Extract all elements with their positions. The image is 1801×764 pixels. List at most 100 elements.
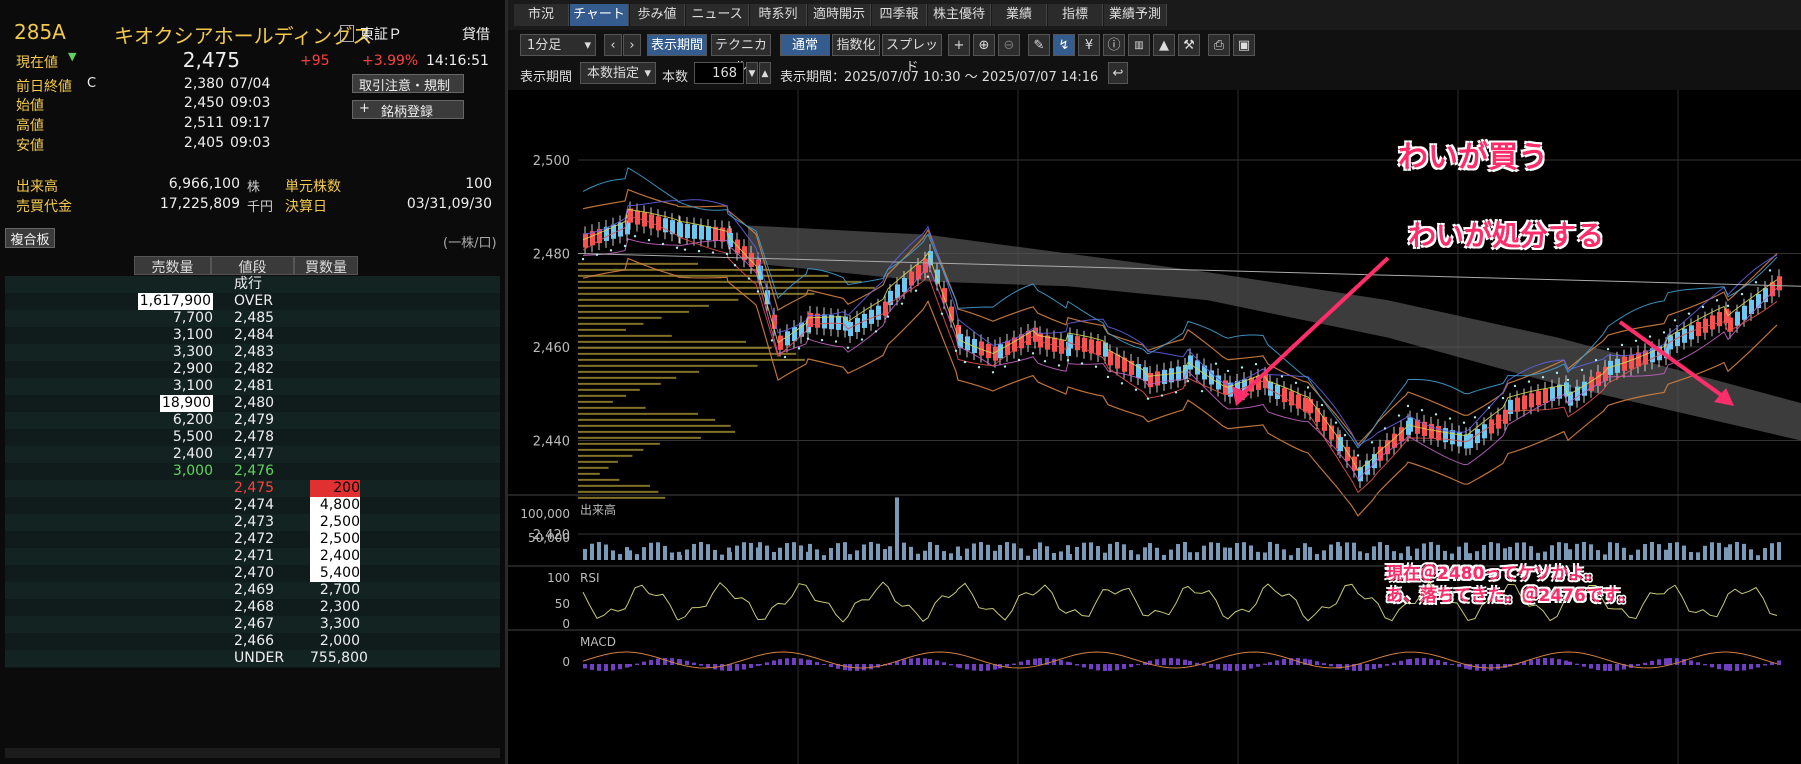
volume-profile [578, 370, 700, 373]
sar-dot [683, 248, 687, 251]
tab-6[interactable]: 四季報 [872, 4, 927, 26]
order-row[interactable]: 2,470 5,400 [5, 565, 500, 582]
display-period-button[interactable]: 表示期間 [647, 34, 707, 56]
period-mode-select[interactable]: 本数指定 ▾ [580, 62, 656, 84]
order-row[interactable]: 5,500 2,478 [5, 429, 500, 446]
volume-bar [1082, 542, 1086, 560]
zoom-in-icon[interactable]: ⊕ [973, 34, 995, 56]
order-row[interactable]: 2,400 2,477 [5, 446, 500, 463]
prev-button[interactable]: ‹ [604, 34, 622, 56]
volume-profile [578, 304, 709, 307]
volume-bar [1650, 542, 1654, 560]
count-up-icon[interactable]: ▲ [759, 62, 771, 84]
order-row[interactable]: 2,473 2,500 [5, 514, 500, 531]
volume-bar [1675, 542, 1679, 560]
volume-profile [578, 316, 662, 319]
order-row[interactable]: 成行 [5, 276, 500, 293]
tab-4[interactable]: 時系列 [750, 4, 807, 26]
zoom-out-icon[interactable]: ⊖ [998, 34, 1020, 56]
volume-bar [1710, 542, 1714, 560]
tab-8[interactable]: 業績 [992, 4, 1047, 26]
tab-3[interactable]: ニュース [686, 4, 749, 26]
technical-button[interactable]: テクニカル [711, 34, 771, 75]
volume-bar [1615, 543, 1619, 560]
macd-bar [1026, 659, 1030, 665]
tab-10[interactable]: 業績予測 [1104, 4, 1167, 26]
sell-qty: 3,000 [172, 463, 213, 479]
macd-bar [1129, 664, 1133, 668]
print-icon[interactable]: ⎙ [1208, 34, 1230, 56]
tab-5[interactable]: 適時開示 [808, 4, 871, 26]
price-level: 2,484 [234, 327, 275, 343]
count-input[interactable]: 168 [694, 62, 744, 84]
macd-bar [1263, 663, 1267, 665]
tab-1[interactable]: チャート [570, 4, 629, 26]
order-row[interactable]: 2,466 2,000 [5, 633, 500, 650]
volume-profile [578, 454, 633, 457]
volume-bar [749, 542, 753, 560]
order-row[interactable]: 18,900 2,480 [5, 395, 500, 412]
reset-icon[interactable]: ↩ [1108, 62, 1128, 84]
interval-select[interactable]: 1分足 ▾ [520, 34, 596, 56]
info-icon[interactable]: ⓘ [1103, 34, 1125, 56]
low-price: 2,405 [183, 135, 224, 151]
trend-icon[interactable]: ↯ [1053, 34, 1075, 56]
sar-dot [1606, 347, 1610, 351]
order-row[interactable]: 2,469 2,700 [5, 582, 500, 599]
order-row[interactable]: 3,000 2,476 [5, 463, 500, 480]
tab-0[interactable]: 市況 [514, 4, 569, 26]
composite-board-button[interactable]: 複合板 [5, 228, 55, 248]
volume-bar [1482, 545, 1486, 560]
tab-7[interactable]: 株主優待 [928, 4, 991, 26]
order-row[interactable]: 2,475 200 [5, 480, 500, 497]
tab-2[interactable]: 歩み値 [630, 4, 685, 26]
volume-bar [1045, 546, 1049, 560]
order-row[interactable]: UNDER 755,800 [5, 650, 500, 667]
order-row[interactable]: 2,472 2,500 [5, 531, 500, 548]
sar-dot [1306, 386, 1310, 389]
volume-profile [578, 298, 739, 301]
order-row[interactable]: 1,617,900 OVER [5, 293, 500, 310]
macd-bar [1643, 662, 1647, 665]
count-down-icon[interactable]: ▼ [746, 62, 758, 84]
macd-bar [1457, 664, 1461, 667]
order-row[interactable]: 3,100 2,484 [5, 327, 500, 344]
order-row[interactable]: 2,474 4,800 [5, 497, 500, 514]
macd-bar [735, 664, 739, 671]
scrollbar[interactable] [5, 748, 500, 758]
area-icon[interactable]: ▲ [1153, 34, 1175, 56]
yen-icon[interactable]: ¥ [1078, 34, 1100, 56]
crosshair-icon[interactable]: + [948, 34, 970, 56]
normal-button[interactable]: 通常 [780, 34, 830, 56]
order-row[interactable]: 3,100 2,481 [5, 378, 500, 395]
trade-rules-button[interactable]: 取引注意・規制 [352, 74, 464, 94]
tab-9[interactable]: 指標 [1048, 4, 1103, 26]
order-row[interactable]: 2,471 2,400 [5, 548, 500, 565]
index-button[interactable]: 指数化 [832, 34, 880, 56]
price-change: +95 [300, 53, 330, 69]
order-row[interactable]: 3,300 2,483 [5, 344, 500, 361]
order-row[interactable]: 2,468 2,300 [5, 599, 500, 616]
pen-icon[interactable]: ✎ [1028, 34, 1050, 56]
wrench-icon[interactable]: ⚒ [1178, 34, 1200, 56]
macd-bar [618, 664, 622, 670]
macd-bar [1742, 664, 1746, 671]
macd-bar [822, 663, 826, 665]
register-stock-button[interactable]: + 銘柄登録 [352, 100, 464, 120]
order-row[interactable]: 6,200 2,479 [5, 412, 500, 429]
spread-button[interactable]: スプレッド [882, 34, 942, 75]
window-icon[interactable]: ▣ [1233, 34, 1255, 56]
volume-bar [836, 543, 840, 560]
order-row[interactable]: 2,900 2,482 [5, 361, 500, 378]
candle-icon[interactable]: ▥ [1128, 34, 1150, 56]
candle [1529, 393, 1534, 408]
order-row[interactable]: 2,467 3,300 [5, 616, 500, 633]
range-value: 2025/07/07 10:30 〜 2025/07/07 14:16 [844, 70, 1099, 85]
sar-dot [747, 277, 751, 280]
candle [1777, 276, 1782, 291]
order-row[interactable]: 7,700 2,485 [5, 310, 500, 327]
macd-bar [1176, 658, 1180, 665]
price-chart[interactable]: 2,5002,4802,4602,4402,420出来高100,00050,00… [508, 90, 1801, 764]
document-icon[interactable] [340, 25, 354, 42]
next-button[interactable]: › [623, 34, 641, 56]
